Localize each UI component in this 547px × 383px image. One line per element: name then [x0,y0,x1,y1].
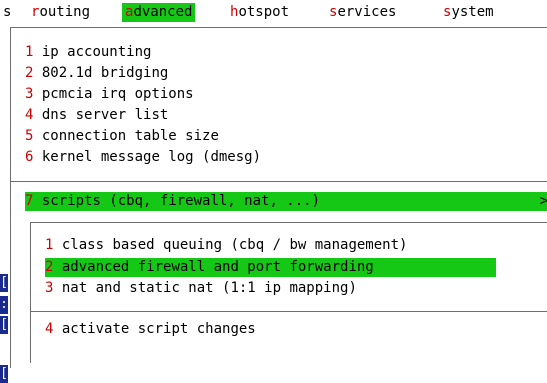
item-label: dns server list [33,107,169,123]
menu-item-dns-servers[interactable]: 4 dns server list [25,106,168,125]
edge-mark: [ [0,365,8,383]
menu-system-label: ystem [451,4,494,20]
menu-item-bridging[interactable]: 2 802.1d bridging [25,64,168,83]
menu-system[interactable]: system [440,3,497,22]
menu-divider [11,181,547,182]
submenu-item-activate[interactable]: 4 activate script changes [45,320,256,339]
item-label: advanced firewall and port forwarding [53,259,374,275]
menu-routing[interactable]: routing [28,3,93,22]
item-label: 802.1d bridging [33,65,169,81]
item-label: activate script changes [53,321,256,337]
submenu-item-firewall[interactable]: 2 advanced firewall and port forwarding [45,258,496,277]
submenu-arrow-icon: > [539,193,547,209]
background-window-edge: [ : [ [ [0,26,8,383]
menu-routing-label: outing [39,4,91,20]
submenu-item-cbq[interactable]: 1 class based queuing (cbq / bw manageme… [45,236,407,255]
item-label: kernel message log (dmesg) [33,149,262,165]
scripts-submenu: 1 class based queuing (cbq / bw manageme… [30,222,547,363]
item-label: scripts (cbq, firewall, nat, ...) [33,193,321,209]
edge-mark: [ [0,274,8,292]
menu-services[interactable]: services [326,3,399,22]
menu-hotspot[interactable]: hotspot [227,3,292,22]
menu-advanced-label: dvanced [133,4,193,20]
item-label: connection table size [33,128,219,144]
menu-item-pcmcia-irq[interactable]: 3 pcmcia irq options [25,85,194,104]
item-label: ip accounting [33,44,152,60]
menu-item-scripts[interactable]: 7 scripts (cbq, firewall, nat, ...) > [25,192,547,211]
submenu-divider [31,311,547,312]
menu-hotspot-label: otspot [238,4,290,20]
menu-advanced[interactable]: advanced [122,3,196,22]
item-label: pcmcia irq options [33,86,194,102]
menu-item-kernel-log[interactable]: 6 kernel message log (dmesg) [25,148,261,167]
item-label: class based queuing (cbq / bw management… [53,237,408,253]
menu-item-connection-table[interactable]: 5 connection table size [25,127,219,146]
menu-item-ip-accounting[interactable]: 1 ip accounting [25,43,151,62]
submenu-item-nat[interactable]: 3 nat and static nat (1:1 ip mapping) [45,279,357,298]
item-label: nat and static nat (1:1 ip mapping) [53,280,357,296]
edge-mark: [ [0,316,8,334]
menu-bar: s routing advanced hotspot services syst… [0,0,547,26]
edge-mark: : [0,296,8,314]
menu-services-label: ervices [337,4,397,20]
menu-edge-glyph: s [3,4,12,20]
